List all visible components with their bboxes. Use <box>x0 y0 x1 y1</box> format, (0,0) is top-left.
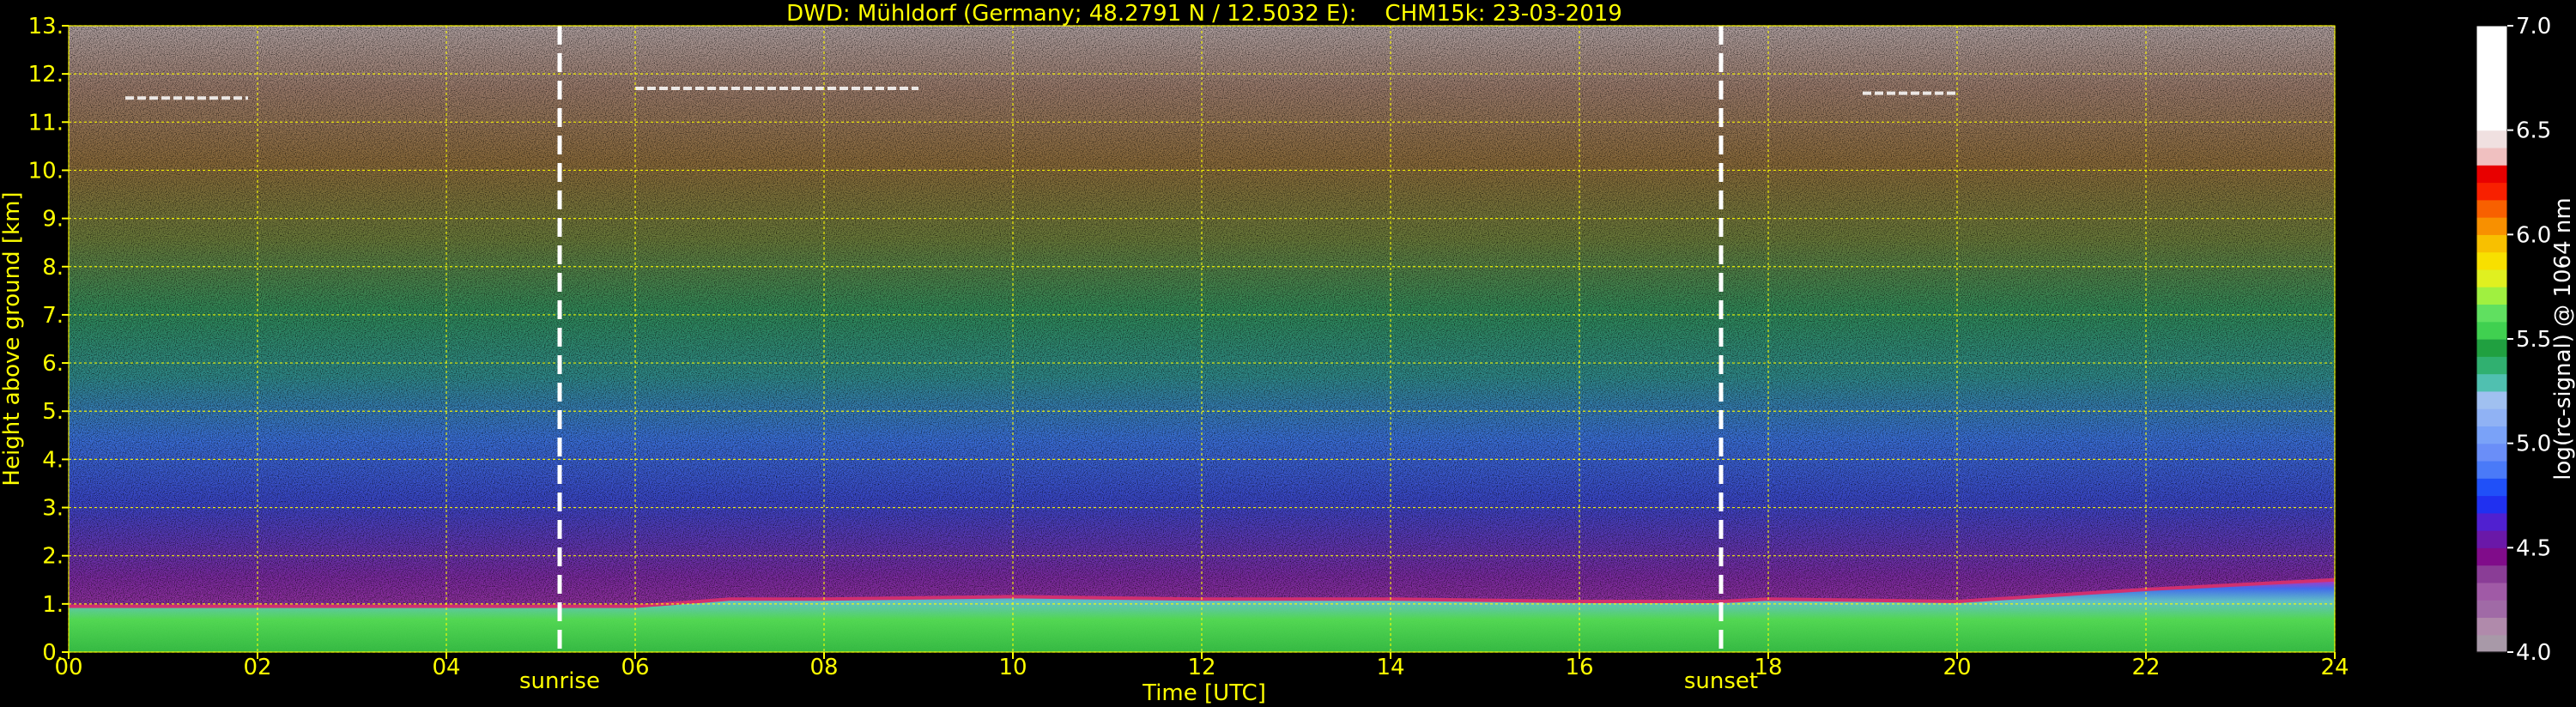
colorbar-segment <box>2476 547 2507 566</box>
colorbar-segment <box>2476 199 2507 218</box>
colorbar-segment <box>2476 321 2507 340</box>
colorbar-segment <box>2476 373 2507 392</box>
colorbar-segment <box>2476 512 2507 531</box>
colorbar-segment <box>2476 617 2507 636</box>
x-tick-label: 08 <box>809 655 838 680</box>
colorbar-segment <box>2476 582 2507 601</box>
colorbar-tick-label: 4.5 <box>2516 535 2551 561</box>
colorbar-segment <box>2476 495 2507 514</box>
x-tick-label: 14 <box>1376 655 1404 680</box>
colorbar-segment <box>2476 530 2507 548</box>
colorbar-segment <box>2476 130 2507 148</box>
y-tick-label: 6. <box>42 351 64 377</box>
colorbar-segment <box>2476 182 2507 201</box>
x-tick-label: 04 <box>432 655 460 680</box>
colorbar-tick-label: 4.0 <box>2516 640 2551 666</box>
sunset-label: sunset <box>1684 668 1758 694</box>
colorbar-segment <box>2476 147 2507 166</box>
y-tick-label: 0. <box>42 640 64 666</box>
x-tick-label: 06 <box>621 655 649 680</box>
y-tick-label: 10. <box>28 158 64 184</box>
colorbar-segment <box>2476 390 2507 409</box>
y-tick-label: 3. <box>42 496 64 522</box>
colorbar-segment <box>2476 269 2507 287</box>
colorbar <box>2476 25 2508 653</box>
plot-area: sunrise sunset <box>68 25 2336 694</box>
x-tick-label: 24 <box>2320 655 2349 680</box>
y-tick-label: 11. <box>28 110 64 136</box>
colorbar-segment <box>2476 339 2507 357</box>
colorbar-segment <box>2476 165 2507 184</box>
colorbar-tick-label: 7.0 <box>2516 14 2551 39</box>
colorbar-segment <box>2476 77 2507 96</box>
y-tick-label: 13. <box>28 14 64 39</box>
colorbar-segment <box>2476 43 2507 62</box>
y-tick-label: 5. <box>42 399 64 425</box>
y-tick-label: 2. <box>42 544 64 570</box>
colorbar-segment <box>2476 443 2507 462</box>
colorbar-segment <box>2476 217 2507 235</box>
x-tick-label: 10 <box>998 655 1027 680</box>
colorbar-tick-label: 5.5 <box>2516 327 2551 353</box>
colorbar-segment <box>2476 60 2507 79</box>
colorbar-tick-label: 6.5 <box>2516 118 2551 144</box>
y-axis-ticks: 0. 1. 2. 3. 4. 5. 6. 7. 8. 9. 10. 11. 12. 13. <box>28 14 69 666</box>
y-tick-label: 1. <box>42 592 64 618</box>
colorbar-segment <box>2476 426 2507 444</box>
y-tick-label: 4. <box>42 447 64 473</box>
colorbar-segment <box>2476 287 2507 305</box>
colorbar-segment <box>2476 234 2507 253</box>
colorbar-segment <box>2476 304 2507 323</box>
colorbar-segment <box>2476 600 2507 619</box>
colorbar-segment <box>2476 95 2507 113</box>
colorbar-segment <box>2476 478 2507 497</box>
colorbar-segment <box>2476 356 2507 375</box>
y-tick-label: 9. <box>42 207 64 233</box>
sunrise-label: sunrise <box>519 668 600 694</box>
colorbar-tick-label: 6.0 <box>2516 222 2551 248</box>
chart-title: DWD: Mühldorf (Germany; 48.2791 N / 12.5… <box>786 1 1622 27</box>
colorbar-segment <box>2476 460 2507 479</box>
colorbar-segment <box>2476 408 2507 426</box>
x-axis-label: Time [UTC] <box>1142 680 1266 706</box>
x-tick-label: 22 <box>2131 655 2160 680</box>
colorbar-label: log(rc-signal) @ 1064 nm <box>2550 197 2576 480</box>
y-tick-label: 12. <box>28 62 64 88</box>
y-tick-label: 8. <box>42 255 64 281</box>
y-axis-label: Height above ground [km] <box>0 191 25 486</box>
colorbar-tick-label: 5.0 <box>2516 432 2551 457</box>
x-tick-label: 20 <box>1943 655 1971 680</box>
x-tick-label: 18 <box>1754 655 1782 680</box>
colorbar-segment <box>2476 251 2507 270</box>
colorbar-segment <box>2476 565 2507 583</box>
x-axis-ticks: 00 02 04 06 08 10 12 14 16 18 20 22 24 <box>54 652 2349 680</box>
colorbar-ticks: 4.0 4.5 5.0 5.5 6.0 6.5 7.0 <box>2507 14 2551 666</box>
x-tick-label: 16 <box>1565 655 1593 680</box>
y-tick-label: 7. <box>42 303 64 329</box>
colorbar-segment <box>2476 26 2507 44</box>
colorbar-segment <box>2476 112 2507 131</box>
ceilometer-chart: DWD: Mühldorf (Germany; 48.2791 N / 12.5… <box>0 1 2576 706</box>
x-tick-label: 12 <box>1187 655 1215 680</box>
x-tick-label: 02 <box>243 655 271 680</box>
colorbar-segment <box>2476 634 2507 653</box>
